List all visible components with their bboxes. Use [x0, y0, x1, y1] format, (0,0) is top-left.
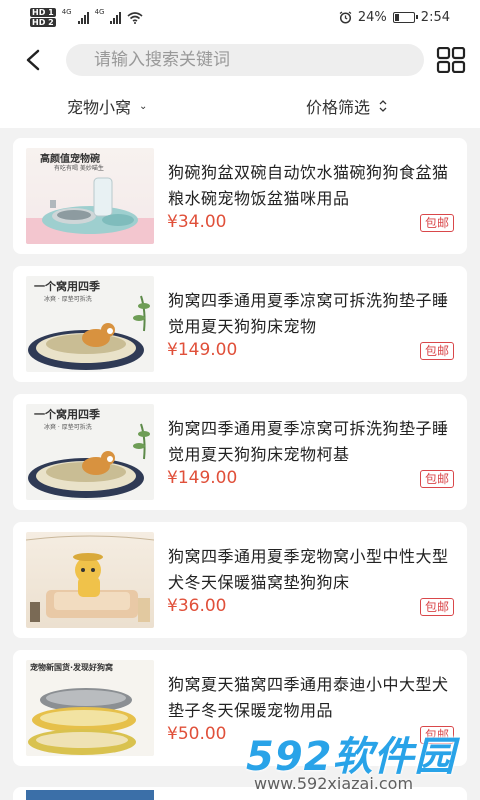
grid-view-icon[interactable] [436, 47, 466, 73]
search-header: 请输入搜索关键词 [0, 38, 480, 82]
alarm-icon [339, 11, 352, 24]
battery-icon [392, 12, 418, 23]
product-title: 狗窝四季通用夏季凉窝可拆洗狗垫子睡觉用夏天狗狗床宠物柯基 [168, 419, 449, 464]
product-card[interactable]: 高颜值宠物碗 有吃有喝 美妙喵生 狗碗狗盆双碗自动饮水猫碗狗狗食盆猫粮水碗宠物饭… [13, 138, 467, 254]
sort-icon [379, 100, 387, 112]
product-image-partial [26, 790, 154, 800]
clock: 2:54 [420, 10, 450, 25]
price-filter[interactable]: 价格筛选 [306, 94, 388, 118]
network-type-1: 4G [61, 8, 72, 16]
product-image-bowl: 高颜值宠物碗 有吃有喝 美妙喵生 [26, 148, 154, 244]
free-shipping-badge: 包邮 [419, 726, 454, 744]
product-image-caption: 一个窝用四季 [34, 280, 100, 293]
product-image-subcaption: 有吃有喝 美妙喵生 [54, 165, 104, 172]
product-image-pet-beds: 宠物新国货·发现好狗窝 [26, 660, 154, 756]
hd-indicator: HD 1 HD 2 [30, 8, 56, 27]
product-title: 狗窝四季通用夏季宠物窝小型中性大型犬冬天保暖猫窝垫狗狗床 [168, 547, 449, 592]
product-card[interactable]: 狗窝四季通用夏季宠物窝小型中性大型犬冬天保暖猫窝垫狗狗床 ¥36.00 包邮 [13, 522, 467, 638]
product-image-dog-bed: 一个窝用四季 冰爽 · 厚垫可拆洗 [26, 404, 154, 500]
product-price: ¥149.00 [167, 468, 238, 488]
product-card-partial[interactable] [13, 787, 467, 800]
product-card[interactable]: 一个窝用四季 冰爽 · 厚垫可拆洗 狗窝四季通用夏季凉窝可拆洗狗垫子睡觉用夏天狗… [13, 266, 467, 382]
product-price: ¥50.00 [167, 724, 227, 744]
network-type-2: 4G [94, 8, 105, 16]
free-shipping-badge: 包邮 [419, 598, 454, 616]
price-filter-label: 价格筛选 [306, 98, 371, 117]
filter-bar: 宠物小窝 ⌄ 价格筛选 [0, 82, 480, 128]
status-bar: HD 1 HD 2 4G 4G 24% 2:54 [0, 0, 480, 38]
product-price: ¥149.00 [167, 340, 238, 360]
chevron-down-icon: ⌄ [139, 100, 148, 112]
back-arrow-icon[interactable] [22, 47, 46, 73]
category-filter-label: 宠物小窝 [67, 98, 132, 117]
category-filter[interactable]: 宠物小窝 ⌄ [67, 94, 147, 118]
product-image-subcaption: 冰爽 · 厚垫可拆洗 [44, 296, 92, 303]
signal-icon-2 [110, 12, 122, 24]
wifi-icon [127, 12, 143, 24]
product-image-caption: 一个窝用四季 [34, 408, 100, 421]
free-shipping-badge: 包邮 [419, 342, 454, 360]
product-title: 狗碗狗盆双碗自动饮水猫碗狗狗食盆猫粮水碗宠物饭盆猫咪用品 [168, 163, 449, 208]
search-input[interactable]: 请输入搜索关键词 [66, 44, 424, 76]
product-image-cat-bed [26, 532, 154, 628]
battery-percent: 24% [357, 10, 387, 25]
product-price: ¥34.00 [167, 212, 227, 232]
product-card[interactable]: 一个窝用四季 冰爽 · 厚垫可拆洗 狗窝四季通用夏季凉窝可拆洗狗垫子睡觉用夏天狗… [13, 394, 467, 510]
product-image-dog-bed: 一个窝用四季 冰爽 · 厚垫可拆洗 [26, 276, 154, 372]
product-title: 狗窝夏天猫窝四季通用泰迪小中大型犬垫子冬天保暖宠物用品 [168, 675, 449, 720]
product-card[interactable]: 宠物新国货·发现好狗窝 狗窝夏天猫窝四季通用泰迪小中大型犬垫子冬天保暖宠物用品 … [13, 650, 467, 766]
product-image-subcaption: 冰爽 · 厚垫可拆洗 [44, 424, 92, 431]
product-title: 狗窝四季通用夏季凉窝可拆洗狗垫子睡觉用夏天狗狗床宠物 [168, 291, 449, 336]
free-shipping-badge: 包邮 [419, 214, 454, 232]
free-shipping-badge: 包邮 [419, 470, 454, 488]
product-price: ¥36.00 [167, 596, 227, 616]
signal-icon [77, 12, 89, 24]
product-image-caption: 宠物新国货·发现好狗窝 [30, 663, 114, 672]
